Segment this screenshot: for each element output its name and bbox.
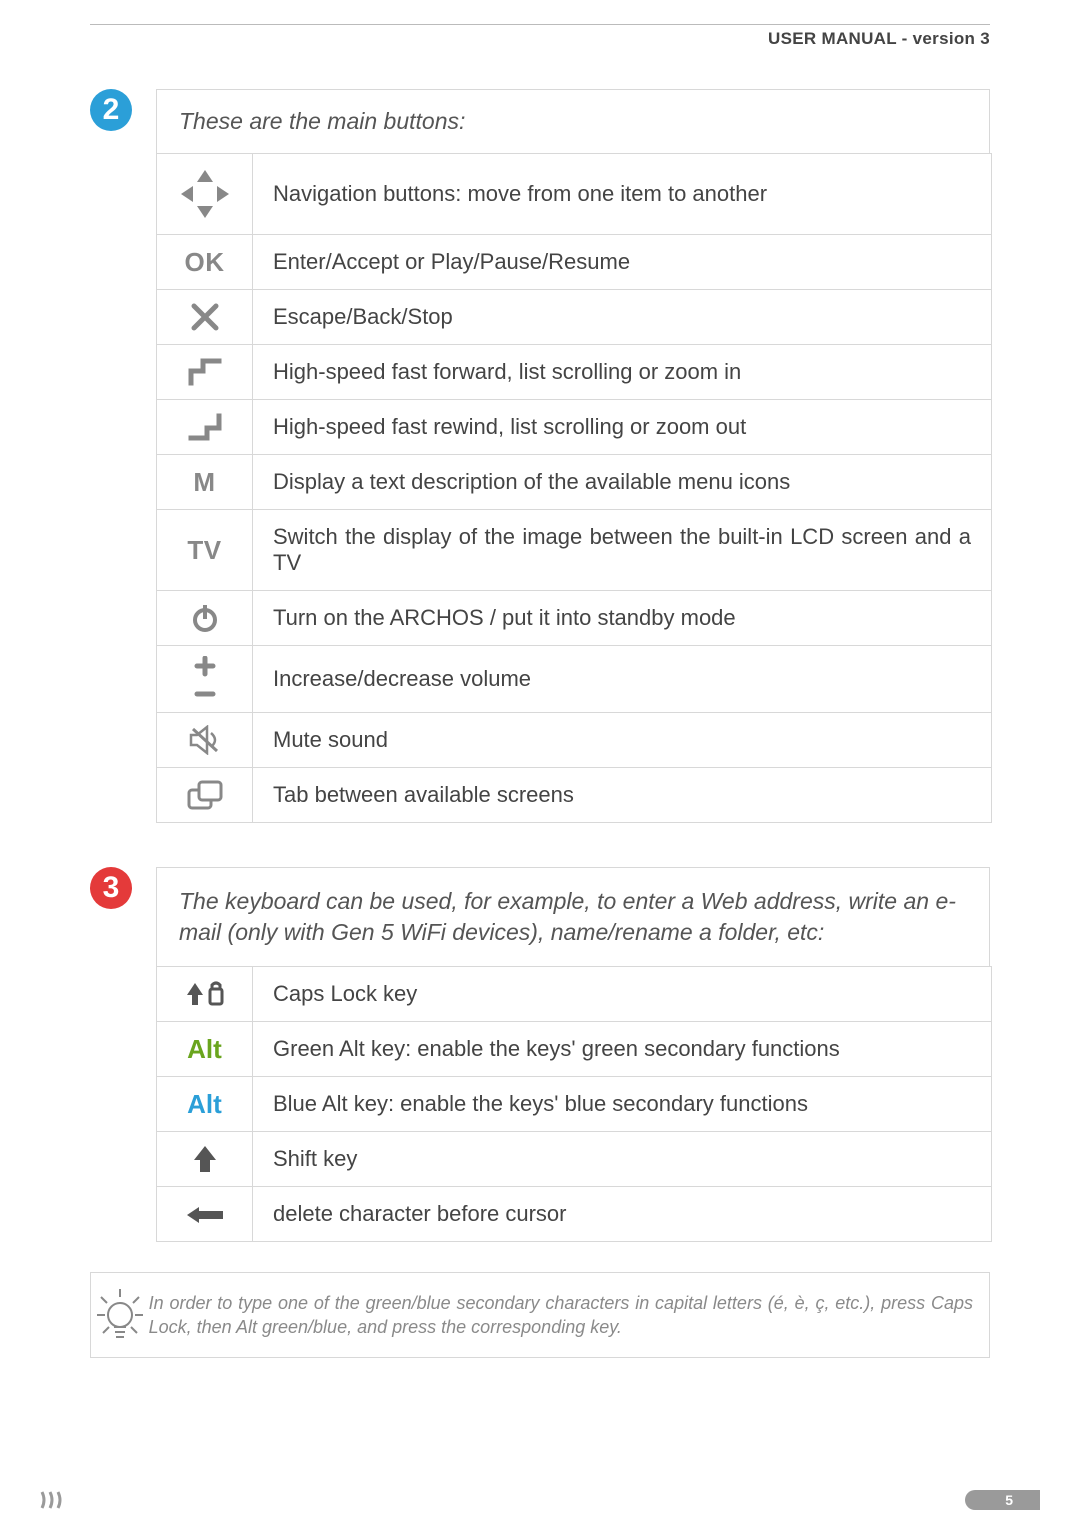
caps-lock-icon xyxy=(157,967,253,1022)
fast-rewind-desc: High-speed fast rewind, list scrolling o… xyxy=(253,400,992,455)
table-row: Escape/Back/Stop xyxy=(157,290,992,345)
fast-forward-desc: High-speed fast forward, list scrolling … xyxy=(253,345,992,400)
alt-green-desc: Green Alt key: enable the keys' green se… xyxy=(253,1022,992,1077)
page-footer: 5 xyxy=(0,1490,1080,1514)
backspace-desc: delete character before cursor xyxy=(253,1187,992,1242)
section-3-intro: The keyboard can be used, for example, t… xyxy=(156,867,990,967)
fast-forward-icon xyxy=(157,345,253,400)
alt-green-icon: Alt xyxy=(187,1034,222,1064)
table-row: Turn on the ARCHOS / put it into standby… xyxy=(157,591,992,646)
table-row: Mute sound xyxy=(157,713,992,768)
section-3-header: 3 The keyboard can be used, for example,… xyxy=(90,867,990,967)
fast-rewind-icon xyxy=(157,400,253,455)
table-row: Alt Blue Alt key: enable the keys' blue … xyxy=(157,1077,992,1132)
lightbulb-icon xyxy=(91,1273,149,1357)
backspace-icon xyxy=(157,1187,253,1242)
section-2-number-badge: 2 xyxy=(90,89,132,131)
tip-box: In order to type one of the green/blue s… xyxy=(90,1272,990,1358)
keyboard-table: Caps Lock key Alt Green Alt key: enable … xyxy=(156,966,992,1242)
table-row: TV Switch the display of the image betwe… xyxy=(157,510,992,591)
table-row: High-speed fast forward, list scrolling … xyxy=(157,345,992,400)
caps-lock-desc: Caps Lock key xyxy=(253,967,992,1022)
tip-text: In order to type one of the green/blue s… xyxy=(149,1277,989,1354)
section-2-header: 2 These are the main buttons: xyxy=(90,89,990,154)
tv-desc: Switch the display of the image between … xyxy=(253,510,992,591)
menu-icon: M xyxy=(193,467,215,497)
tv-icon: TV xyxy=(187,535,221,565)
footer-decoration-icon xyxy=(40,1490,80,1510)
table-row: Shift key xyxy=(157,1132,992,1187)
alt-blue-icon: Alt xyxy=(187,1089,222,1119)
header-divider xyxy=(90,24,990,25)
menu-desc: Display a text description of the availa… xyxy=(253,455,992,510)
mute-desc: Mute sound xyxy=(253,713,992,768)
table-row: Tab between available screens xyxy=(157,768,992,823)
alt-blue-desc: Blue Alt key: enable the keys' blue seco… xyxy=(253,1077,992,1132)
tab-desc: Tab between available screens xyxy=(253,768,992,823)
table-row: delete character before cursor xyxy=(157,1187,992,1242)
close-desc: Escape/Back/Stop xyxy=(253,290,992,345)
table-row: Increase/decrease volume xyxy=(157,646,992,713)
shift-desc: Shift key xyxy=(253,1132,992,1187)
volume-icon xyxy=(157,646,253,713)
tab-icon xyxy=(157,768,253,823)
mute-icon xyxy=(157,713,253,768)
section-2-intro: These are the main buttons: xyxy=(156,89,990,154)
header-title: USER MANUAL - version 3 xyxy=(90,29,990,49)
volume-desc: Increase/decrease volume xyxy=(253,646,992,713)
table-row: Navigation buttons: move from one item t… xyxy=(157,154,992,235)
table-row: High-speed fast rewind, list scrolling o… xyxy=(157,400,992,455)
dpad-desc: Navigation buttons: move from one item t… xyxy=(253,154,992,235)
table-row: M Display a text description of the avai… xyxy=(157,455,992,510)
table-row: OK Enter/Accept or Play/Pause/Resume xyxy=(157,235,992,290)
dpad-icon xyxy=(157,154,253,235)
page-number: 5 xyxy=(965,1490,1040,1510)
main-buttons-table: Navigation buttons: move from one item t… xyxy=(156,153,992,823)
ok-icon: OK xyxy=(185,247,225,277)
close-icon xyxy=(157,290,253,345)
ok-desc: Enter/Accept or Play/Pause/Resume xyxy=(253,235,992,290)
power-desc: Turn on the ARCHOS / put it into standby… xyxy=(253,591,992,646)
shift-icon xyxy=(157,1132,253,1187)
table-row: Caps Lock key xyxy=(157,967,992,1022)
power-icon xyxy=(157,591,253,646)
table-row: Alt Green Alt key: enable the keys' gree… xyxy=(157,1022,992,1077)
section-3-number-badge: 3 xyxy=(90,867,132,909)
